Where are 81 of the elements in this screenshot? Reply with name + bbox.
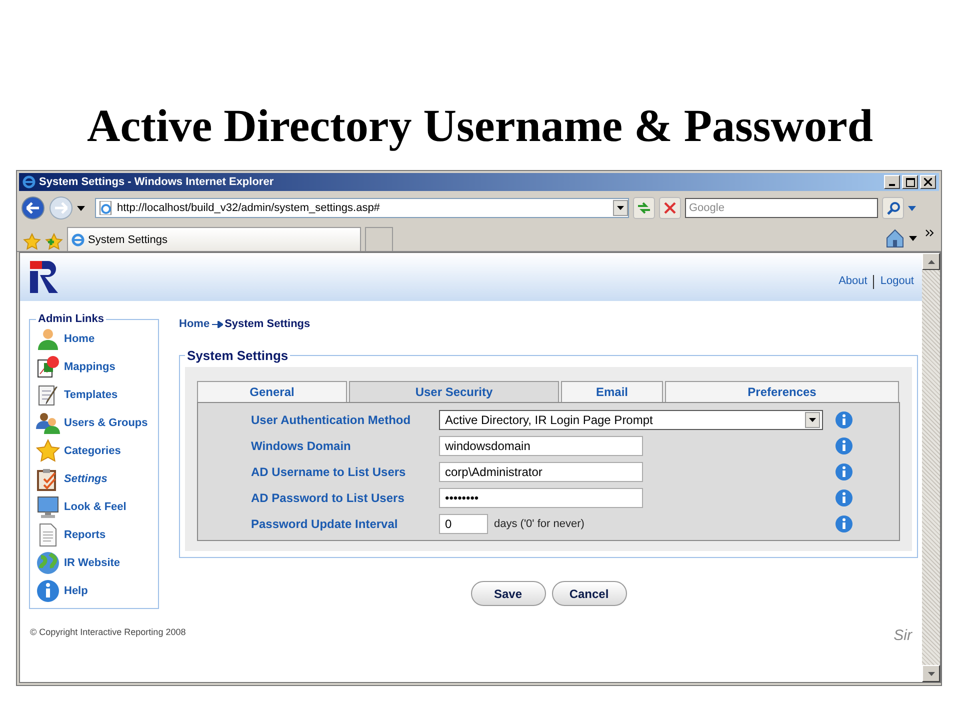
browser-icon: [22, 175, 36, 189]
up-arrow-icon[interactable]: [928, 260, 934, 264]
info-icon: [36, 579, 60, 603]
sidebar-item[interactable]: Settings: [36, 465, 154, 493]
header-link[interactable]: About: [838, 275, 868, 289]
globe-icon: [36, 551, 60, 575]
document-edit-icon: [36, 383, 60, 407]
field-label: AD Password to List Users: [251, 491, 406, 505]
tab[interactable]: General: [197, 381, 347, 402]
sidebar-item[interactable]: Home: [36, 325, 154, 353]
tab[interactable]: User Security: [349, 381, 559, 402]
form-button[interactable]: Save: [470, 581, 546, 606]
down-arrow-icon[interactable]: [928, 672, 934, 676]
window-title: System Settings - Windows Internet Explorer: [39, 176, 275, 188]
arrow-icon: [212, 320, 223, 328]
sidebar-item[interactable]: Help: [36, 577, 154, 605]
copyright-text: © Copyright Interactive Reporting 2008: [30, 627, 186, 639]
chart-icon: [36, 355, 60, 379]
page-icon: [99, 201, 113, 215]
favorites-star-icon[interactable]: [23, 233, 41, 251]
info-icon[interactable]: [835, 489, 853, 507]
sidebar-item[interactable]: IR Website: [36, 549, 154, 577]
field-label: Windows Domain: [251, 439, 352, 453]
breadcrumb-link[interactable]: Home: [179, 318, 210, 330]
browser-tab[interactable]: System Settings: [67, 227, 361, 251]
input-field[interactable]: windowsdomain: [439, 436, 643, 456]
form-button[interactable]: Cancel: [552, 581, 626, 606]
caret-icon: [617, 206, 624, 210]
caret-icon[interactable]: [77, 206, 85, 210]
star-icon: [36, 439, 60, 463]
panel-title: Admin Links: [37, 313, 106, 325]
search-button[interactable]: [882, 197, 904, 219]
stop-icon: [664, 202, 676, 214]
panel-title: System Settings: [186, 348, 290, 363]
sidebar-item[interactable]: Mappings: [36, 353, 154, 381]
info-icon[interactable]: [835, 515, 853, 533]
breadcrumb-link[interactable]: System Settings: [224, 318, 310, 330]
sidebar-item[interactable]: Look & Feel: [36, 493, 154, 521]
refresh-icon: [637, 202, 651, 214]
logo: [30, 261, 60, 293]
info-icon[interactable]: [835, 463, 853, 481]
input-field[interactable]: 0: [439, 514, 488, 534]
search-field[interactable]: Google: [685, 198, 878, 218]
field-label: AD Username to List Users: [251, 465, 407, 479]
field-label: User Authentication Method: [251, 413, 412, 427]
add-favorite-icon[interactable]: [45, 233, 63, 251]
refresh-button[interactable]: [633, 197, 655, 219]
address-bar[interactable]: http://localhost/build_v32/admin/system_settings.asp#: [95, 198, 629, 218]
maximize-button[interactable]: [902, 175, 918, 189]
input-field[interactable]: corp\Administrator: [439, 462, 643, 482]
caret-icon: [809, 418, 816, 422]
signature-text: Sir: [894, 627, 912, 644]
field-hint: days ('0' for never): [494, 518, 584, 530]
search-icon: [886, 202, 900, 214]
maximize-icon: [906, 178, 914, 186]
info-icon[interactable]: [835, 411, 853, 429]
sidebar-item[interactable]: Reports: [36, 521, 154, 549]
user-icon: [36, 327, 60, 351]
back-button[interactable]: [21, 196, 45, 220]
info-icon[interactable]: [835, 437, 853, 455]
sidebar-item[interactable]: Users & Groups: [36, 409, 154, 437]
dropdown[interactable]: Active Directory, IR Login Page Prompt: [439, 410, 823, 430]
minimize-button[interactable]: [884, 175, 900, 189]
header-link[interactable]: Logout: [880, 275, 914, 289]
sidebar-item[interactable]: Categories: [36, 437, 154, 465]
close-icon: [924, 178, 932, 186]
home-icon[interactable]: [885, 228, 905, 248]
field-label: Password Update Interval: [251, 517, 399, 531]
close-button[interactable]: [920, 175, 936, 189]
sidebar-item[interactable]: Templates: [36, 381, 154, 409]
scrollbar[interactable]: [922, 253, 940, 682]
slide-title: Active Directory Username & Password: [86, 99, 874, 153]
password-field[interactable]: ••••••••: [439, 488, 643, 508]
tab[interactable]: Preferences: [665, 381, 899, 402]
tab[interactable]: Email: [561, 381, 663, 402]
users-icon: [36, 411, 60, 435]
stop-button[interactable]: [659, 197, 681, 219]
monitor-icon: [36, 495, 60, 519]
chevron-icon[interactable]: [925, 229, 935, 237]
caret-icon[interactable]: [909, 236, 917, 241]
browser-icon: [71, 232, 85, 246]
